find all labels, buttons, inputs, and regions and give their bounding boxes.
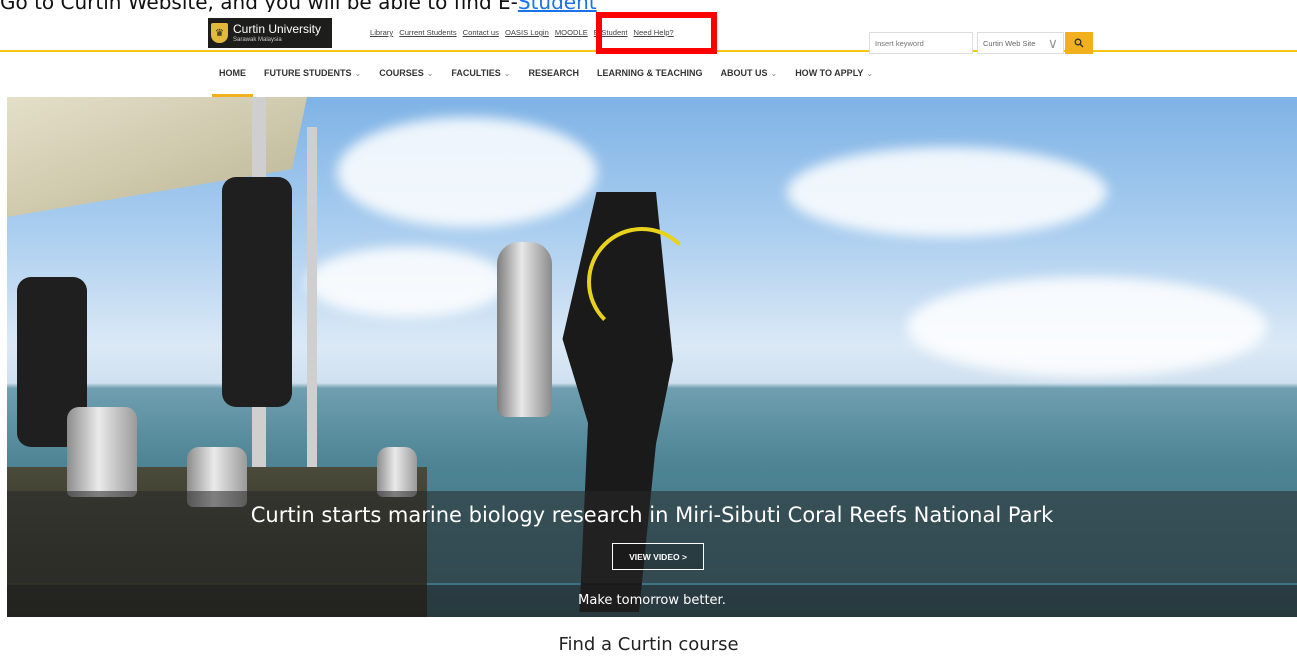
link-oasis-login[interactable]: OASIS Login (505, 28, 549, 37)
logo-title: Curtin University (233, 22, 322, 36)
link-library[interactable]: Library (370, 28, 393, 37)
link-current-students[interactable]: Current Students (399, 28, 456, 37)
link-contact-us[interactable]: Contact us (463, 28, 499, 37)
logo-subtitle: Sarawak Malaysia (233, 37, 282, 43)
nav-label: FUTURE STUDENTS (264, 68, 352, 78)
search-scope-select[interactable]: Curtin Web Site ∨ (977, 32, 1064, 54)
nav-home[interactable]: HOME (210, 68, 255, 97)
hero-headline: Curtin starts marine biology research in… (250, 503, 1054, 527)
nav-learning-teaching[interactable]: LEARNING & TEACHING (588, 68, 712, 78)
logo-text: Curtin University Sarawak Malaysia (233, 23, 321, 43)
nav-label: HOW TO APPLY (795, 68, 864, 78)
chevron-down-icon: ⌄ (866, 68, 874, 78)
find-course-heading: Find a Curtin course (558, 634, 739, 655)
search-button[interactable] (1065, 32, 1093, 54)
nav-label: ABOUT US (720, 68, 768, 78)
diver-hose (587, 227, 697, 337)
nav-label: FACULTIES (451, 68, 501, 78)
utility-bar: ♛ Curtin University Sarawak Malaysia Lib… (0, 12, 1297, 54)
boat-pole (307, 127, 317, 497)
scuba-tank (67, 407, 137, 497)
chevron-down-icon: ∨ (1047, 34, 1058, 51)
diver-tank (497, 242, 552, 417)
nav-how-to-apply[interactable]: HOW TO APPLY ⌄ (786, 68, 882, 78)
main-nav: HOME FUTURE STUDENTS ⌄ COURSES ⌄ FACULTI… (0, 54, 1297, 97)
nav-items: HOME FUTURE STUDENTS ⌄ COURSES ⌄ FACULTI… (210, 68, 882, 97)
nav-label: RESEARCH (528, 68, 579, 78)
sky-cloud (307, 247, 507, 317)
crest-icon: ♛ (211, 23, 228, 43)
chevron-down-icon: ⌄ (354, 68, 362, 78)
instruction-caption: Go to Curtin Website, and you will be ab… (0, 0, 1297, 12)
nav-label: LEARNING & TEACHING (596, 68, 703, 78)
view-video-button[interactable]: VIEW VIDEO > (612, 543, 704, 570)
search-input[interactable] (869, 32, 973, 54)
nav-label: COURSES (379, 68, 424, 78)
curtin-logo[interactable]: ♛ Curtin University Sarawak Malaysia (208, 18, 332, 48)
nav-research[interactable]: RESEARCH (519, 68, 588, 78)
hero-banner: Curtin starts marine biology research in… (7, 97, 1297, 617)
sky-cloud (337, 117, 597, 227)
search-scope-value: Curtin Web Site (983, 38, 1036, 48)
hero-tagline: Make tomorrow better. (578, 593, 726, 608)
nav-label: HOME (219, 68, 246, 78)
scuba-tank (377, 447, 417, 497)
caption-link[interactable]: Student (518, 0, 597, 12)
link-need-help[interactable]: Need Help? (634, 28, 674, 37)
nav-future-students[interactable]: FUTURE STUDENTS ⌄ (255, 68, 370, 78)
nav-courses[interactable]: COURSES ⌄ (370, 68, 442, 78)
search-icon (1074, 38, 1084, 48)
nav-about-us[interactable]: ABOUT US ⌄ (711, 68, 786, 78)
person-figure (222, 177, 292, 407)
sky-cloud (907, 277, 1267, 377)
caption-text: Go to Curtin Website, and you will be ab… (0, 0, 518, 12)
sky-cloud (787, 147, 1107, 237)
nav-faculties[interactable]: FACULTIES ⌄ (442, 68, 519, 78)
chevron-down-icon: ⌄ (426, 68, 434, 78)
link-moodle[interactable]: MOODLE (555, 28, 588, 37)
utility-links: Library Current Students Contact us OASI… (370, 28, 674, 37)
link-e-student[interactable]: E-Student (594, 28, 628, 37)
chevron-down-icon: ⌄ (503, 68, 511, 78)
chevron-down-icon: ⌄ (770, 68, 778, 78)
